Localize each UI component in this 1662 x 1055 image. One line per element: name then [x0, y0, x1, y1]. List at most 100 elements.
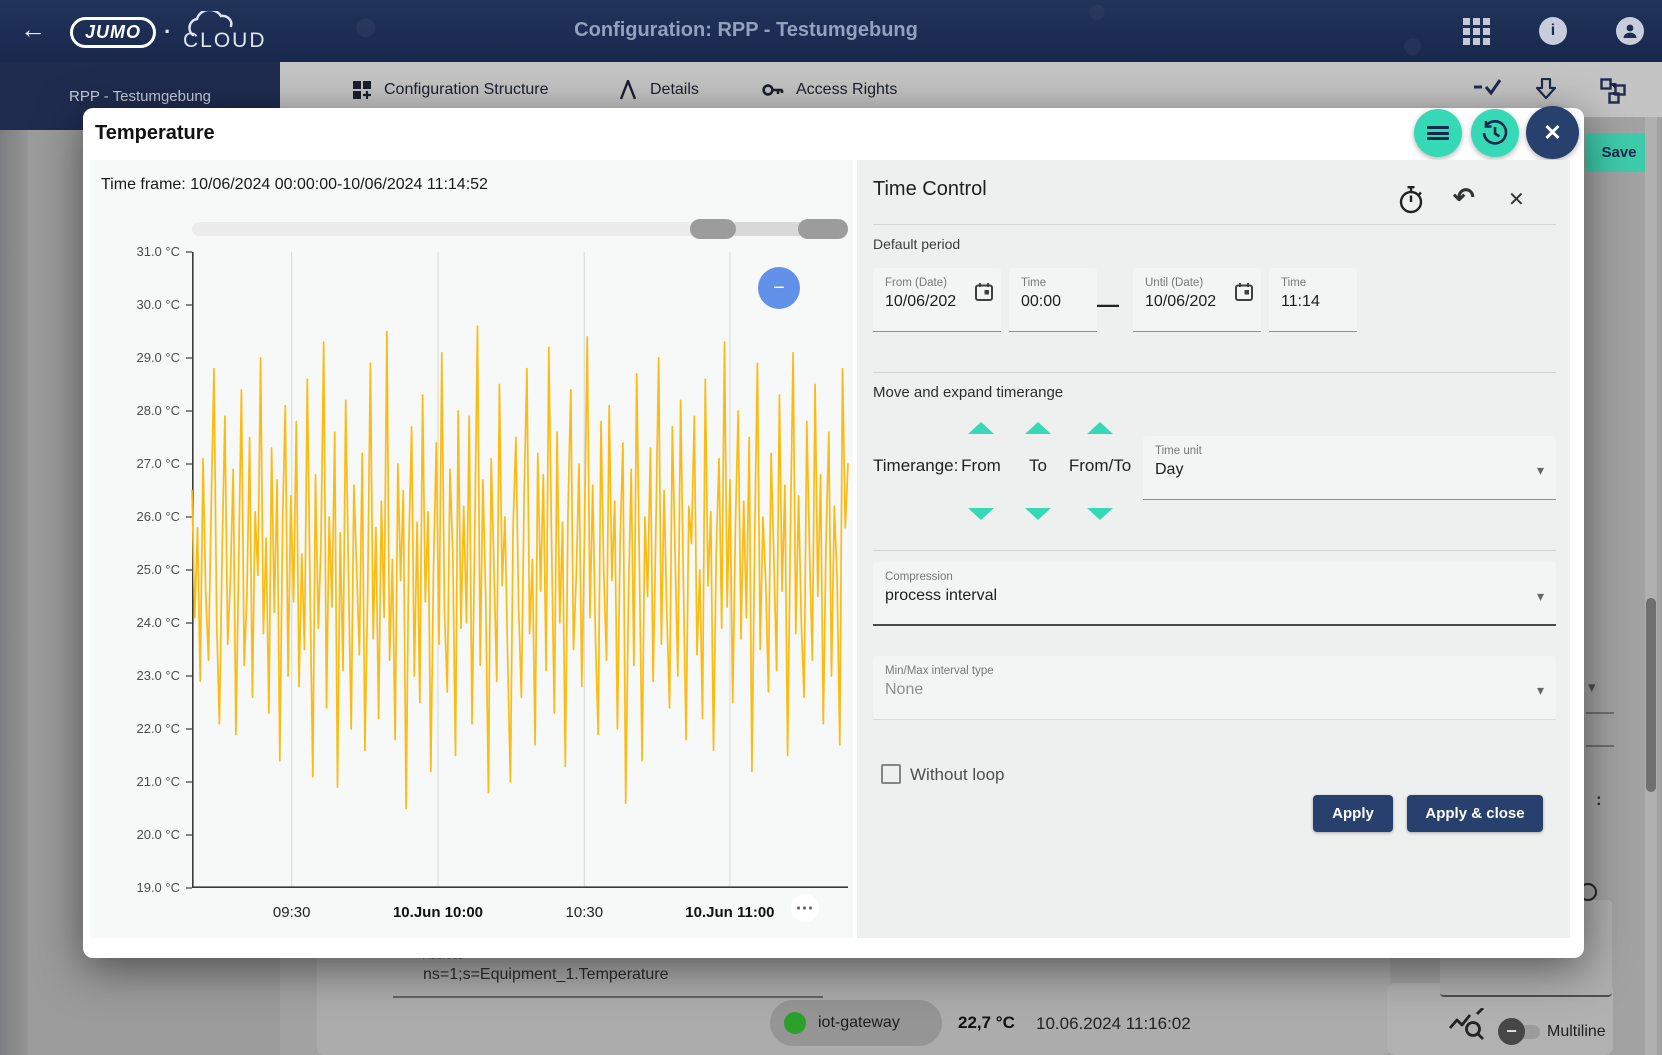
close-time-control-icon[interactable]: ✕ — [1508, 187, 1525, 212]
y-axis-tick-label: 29.0 °C — [92, 350, 180, 365]
y-axis-tick-label: 20.0 °C — [92, 827, 180, 842]
hidden-dropdown-arrow-icon: ▾ — [1588, 678, 1596, 696]
timer-icon[interactable] — [1398, 186, 1424, 219]
divider — [873, 372, 1556, 373]
field-label: Time — [1281, 277, 1345, 289]
info-icon[interactable]: i — [1539, 17, 1567, 45]
x-axis-labels: 09:3010.Jun 10:0010:3010.Jun 11:00 — [192, 904, 848, 926]
x-axis-tick-label: 10.Jun 10:00 — [393, 904, 483, 921]
from-time-field[interactable]: Time 00:00 — [1009, 268, 1097, 332]
y-axis-tick-label: 25.0 °C — [92, 562, 180, 577]
toggle-knob-minus-icon: − — [1498, 1018, 1525, 1045]
undo-icon[interactable]: ↶ — [1453, 182, 1475, 213]
timerange-label: Timerange: — [873, 456, 958, 476]
account-avatar-icon[interactable] — [1616, 17, 1644, 45]
gateway-chip[interactable]: iot-gateway — [770, 1000, 942, 1046]
key-icon — [762, 81, 784, 99]
y-axis-tick-label: 31.0 °C — [92, 244, 180, 259]
without-loop-checkbox[interactable] — [881, 764, 901, 784]
download-icon[interactable] — [1536, 78, 1556, 107]
time-unit-select[interactable]: Time unit Day ▾ — [1143, 436, 1556, 500]
y-axis-tick-label: 30.0 °C — [92, 297, 180, 312]
without-loop-label: Without loop — [910, 765, 1005, 785]
address-field-underline — [393, 996, 823, 998]
shift-from-down-button[interactable] — [968, 508, 994, 520]
until-time-field[interactable]: Time 11:14 — [1269, 268, 1357, 332]
x-axis-tick-label: 10.Jun 11:00 — [685, 904, 774, 921]
shift-to-label: To — [1029, 456, 1047, 476]
compression-select[interactable]: Compression process interval ▾ — [873, 562, 1556, 626]
current-reading-timestamp: 10.06.2024 11:16:02 — [1036, 1014, 1191, 1034]
shift-from-label: From — [961, 456, 1001, 476]
y-axis-tick-label: 19.0 °C — [92, 880, 180, 895]
chart-panel: Time frame: 10/06/2024 00:00:00-10/06/20… — [90, 160, 853, 938]
range-slider-handle-left[interactable] — [690, 219, 736, 239]
temperature-dialog: Temperature ✕ Time frame: 10/06/2024 00:… — [83, 108, 1584, 958]
page-title: Configuration: RPP - Testumgebung — [0, 19, 1492, 42]
shift-to-up-button[interactable] — [1025, 422, 1051, 434]
field-label: Time unit — [1155, 445, 1544, 457]
chart-menu-button[interactable]: ⋯ — [791, 894, 819, 922]
default-period-label: Default period — [873, 236, 960, 252]
field-label: Time — [1021, 277, 1085, 289]
scrollbar-thumb[interactable] — [1646, 598, 1656, 792]
shift-fromto-up-button[interactable] — [1087, 422, 1113, 434]
divider — [873, 224, 1556, 225]
calendar-icon[interactable] — [974, 282, 994, 307]
list-icon — [1427, 124, 1449, 143]
y-axis-tick-label: 27.0 °C — [92, 456, 180, 471]
y-axis-tick-label: 28.0 °C — [92, 403, 180, 418]
multiline-toggle[interactable]: − — [1498, 1021, 1550, 1043]
tab-label: Configuration Structure — [384, 81, 549, 99]
shift-to-down-button[interactable] — [1025, 508, 1051, 520]
field-label: Min/Max interval type — [885, 665, 1544, 677]
range-slider-selection[interactable] — [735, 222, 801, 236]
hidden-field-underline — [1586, 712, 1614, 714]
caret-icon — [618, 80, 638, 100]
list-view-button[interactable] — [1414, 109, 1462, 157]
field-value: 00:00 — [1021, 293, 1085, 311]
apply-close-button[interactable]: Apply & close — [1407, 795, 1543, 832]
sitemap-icon[interactable] — [1600, 78, 1626, 109]
apps-grid-icon[interactable] — [1463, 18, 1490, 45]
zoom-out-button[interactable]: − — [758, 267, 800, 309]
field-value: process interval — [885, 587, 1544, 605]
address-field-value[interactable]: ns=1;s=Equipment_1.Temperature — [423, 966, 668, 984]
current-reading-value: 22,7 °C — [958, 1013, 1015, 1033]
y-axis-tick-label: 23.0 °C — [92, 668, 180, 683]
save-button[interactable]: Save — [1585, 133, 1653, 172]
dots-menu-icon: ⋯ — [796, 898, 815, 919]
x-axis-tick-label: 10:30 — [566, 904, 604, 921]
calendar-icon[interactable] — [1234, 282, 1254, 307]
dropdown-arrow-icon: ▾ — [1537, 588, 1544, 605]
gateway-label: iot-gateway — [818, 1014, 900, 1032]
field-value: None — [885, 681, 1544, 699]
sidebar-strip — [0, 62, 28, 1055]
shift-fromto-label: From/To — [1069, 456, 1131, 476]
minmax-interval-select[interactable]: Min/Max interval type None ▾ — [873, 656, 1556, 720]
multiline-label: Multiline — [1547, 1023, 1606, 1041]
history-button[interactable] — [1471, 109, 1519, 157]
minus-icon: − — [773, 277, 785, 300]
close-dialog-button[interactable]: ✕ — [1526, 106, 1579, 159]
dropdown-arrow-icon: ▾ — [1537, 682, 1544, 699]
apply-button[interactable]: Apply — [1313, 795, 1393, 832]
tab-label: Details — [650, 81, 699, 99]
dropdown-arrow-icon: ▾ — [1537, 462, 1544, 479]
gateway-status-icon — [784, 1012, 806, 1034]
screen: ← JUMO · CLOUD Configuration: RPP - Test… — [0, 0, 1662, 1055]
time-control-title: Time Control — [873, 178, 987, 201]
dialog-title: Temperature — [95, 122, 215, 145]
trend-analysis-icon[interactable] — [1448, 1008, 1486, 1047]
chart-plot — [192, 252, 848, 888]
hidden-time-colon: : — [1596, 790, 1602, 810]
range-slider-handle-right[interactable] — [798, 219, 848, 239]
divider — [873, 550, 1556, 551]
from-date-field[interactable]: From (Date) 10/06/202 — [873, 268, 1001, 332]
shift-from-up-button[interactable] — [968, 422, 994, 434]
shift-fromto-down-button[interactable] — [1087, 508, 1113, 520]
y-axis-tick-label: 26.0 °C — [92, 509, 180, 524]
field-label: Compression — [885, 571, 1544, 583]
until-date-field[interactable]: Until (Date) 10/06/202 — [1133, 268, 1261, 332]
select-check-icon[interactable] — [1473, 78, 1501, 101]
